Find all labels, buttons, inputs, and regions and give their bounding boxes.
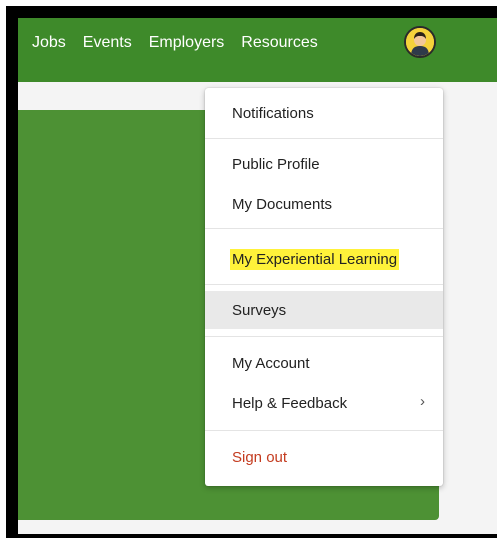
menu-item-label: My Documents: [232, 195, 333, 213]
menu-divider: [205, 284, 443, 285]
menu-item-help-feedback[interactable]: Help & Feedback ›: [205, 384, 443, 422]
menu-item-public-profile[interactable]: Public Profile: [205, 145, 443, 183]
nav-link-resources[interactable]: Resources: [241, 18, 317, 68]
menu-item-label: My Account: [232, 354, 310, 372]
menu-item-label: Surveys: [232, 301, 287, 319]
menu-item-label: Public Profile: [232, 155, 320, 173]
avatar-person-icon: [406, 28, 434, 56]
menu-item-my-documents[interactable]: My Documents: [205, 185, 443, 223]
menu-item-notifications[interactable]: Notifications: [205, 94, 443, 132]
menu-item-my-experiential-learning[interactable]: My Experiential Learning: [205, 240, 443, 278]
nav-link-jobs[interactable]: Jobs: [32, 18, 66, 68]
menu-item-label: Notifications: [232, 104, 314, 122]
menu-item-sign-out[interactable]: Sign out: [205, 438, 443, 476]
top-navigation-bar: Jobs Events Employers Resources: [18, 18, 497, 82]
app-window: Jobs Events Employers Resources Notifica…: [18, 18, 497, 534]
main-nav: Jobs Events Employers Resources: [18, 18, 318, 68]
nav-link-events[interactable]: Events: [83, 18, 132, 68]
menu-divider: [205, 336, 443, 337]
menu-item-label: My Experiential Learning: [230, 248, 400, 270]
account-dropdown-menu: Notifications Public Profile My Document…: [205, 88, 443, 486]
menu-item-label: Sign out: [232, 448, 288, 466]
menu-divider: [205, 430, 443, 431]
chevron-right-icon: ›: [420, 393, 425, 410]
nav-link-employers[interactable]: Employers: [149, 18, 225, 68]
menu-divider: [205, 138, 443, 139]
menu-item-label: Help & Feedback: [232, 394, 348, 412]
menu-item-my-account[interactable]: My Account: [205, 344, 443, 382]
menu-divider: [205, 228, 443, 229]
user-avatar-icon[interactable]: [404, 26, 436, 58]
menu-item-surveys[interactable]: Surveys: [205, 291, 443, 329]
